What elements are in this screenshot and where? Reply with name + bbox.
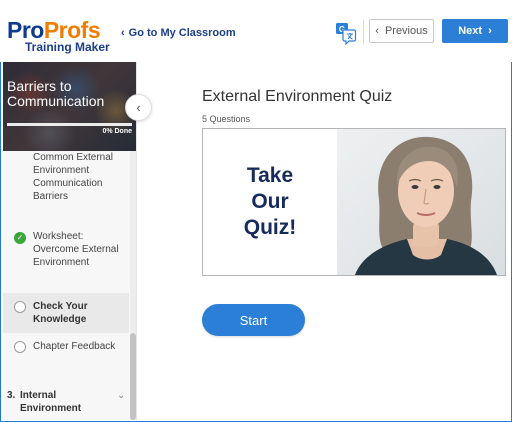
go-to-classroom-link[interactable]: ‹ Go to My Classroom [121,27,236,39]
question-count: 5 Questions [202,114,251,124]
course-sidebar: Barriers to Communication 0% Done Common… [3,62,137,420]
start-quiz-button[interactable]: Start [202,304,305,336]
lesson-item-chapter-feedback[interactable]: Chapter Feedback [3,337,129,371]
chevron-left-icon: ‹ [136,100,141,115]
section-label: Internal Environment [20,390,82,414]
go-to-classroom-label: Go to My Classroom [128,27,236,39]
sidebar-scrollbar[interactable] [130,151,136,420]
lesson-label: Chapter Feedback [33,341,116,352]
course-progress-label: 0% Done [102,128,132,135]
chevron-right-icon: › [488,25,492,37]
previous-label: Previous [384,25,428,37]
header-divider [363,20,364,44]
status-circle-icon [14,341,26,353]
quiz-cover-image: Take Our Quiz! [202,128,506,276]
sidebar-scroll-thumb[interactable] [130,333,136,420]
lesson-label: Worksheet: Overcome External Environment [33,231,119,268]
check-circle-icon: ✓ [14,232,26,244]
top-header: ProProfs Training Maker ‹ Go to My Classr… [0,0,512,62]
presenter-photo [337,129,505,275]
section-internal-environment[interactable]: 3. Internal Environment ⌄ [3,389,129,420]
collapse-sidebar-button[interactable]: ‹ [125,94,152,121]
quiz-cover-text: Take Our Quiz! [243,164,297,239]
course-title: Barriers to Communication [7,78,105,109]
next-button[interactable]: Next › [442,19,508,43]
previous-button[interactable]: ‹ Previous [369,19,434,43]
chevron-down-icon: ⌄ [117,390,126,401]
section-number: 3. [7,390,16,401]
lesson-label: Common External Environment Communicatio… [33,152,114,202]
presenter-portrait [337,129,505,275]
lesson-item-worksheet[interactable]: ✓ Worksheet: Overcome External Environme… [3,230,129,290]
quiz-title: External Environment Quiz [202,88,393,105]
lesson-item-external-barriers[interactable]: Common External Environment Communicatio… [3,151,129,219]
lesson-label: Check Your Knowledge [33,301,88,325]
chevron-left-icon: ‹ [121,27,125,39]
logo-subtitle: Training Maker [25,40,110,54]
course-banner[interactable]: Barriers to Communication 0% Done [3,62,136,151]
course-progress-bar [7,123,132,126]
status-circle-icon [14,301,26,313]
proprofs-logo[interactable]: ProProfs Training Maker [7,17,130,54]
start-label: Start [239,312,268,328]
translate-button[interactable]: G [334,21,358,46]
chevron-left-icon: ‹ [375,25,379,37]
next-label: Next [458,25,483,37]
translate-icon: G [336,23,357,46]
lesson-item-check-knowledge[interactable]: Check Your Knowledge [3,293,129,333]
